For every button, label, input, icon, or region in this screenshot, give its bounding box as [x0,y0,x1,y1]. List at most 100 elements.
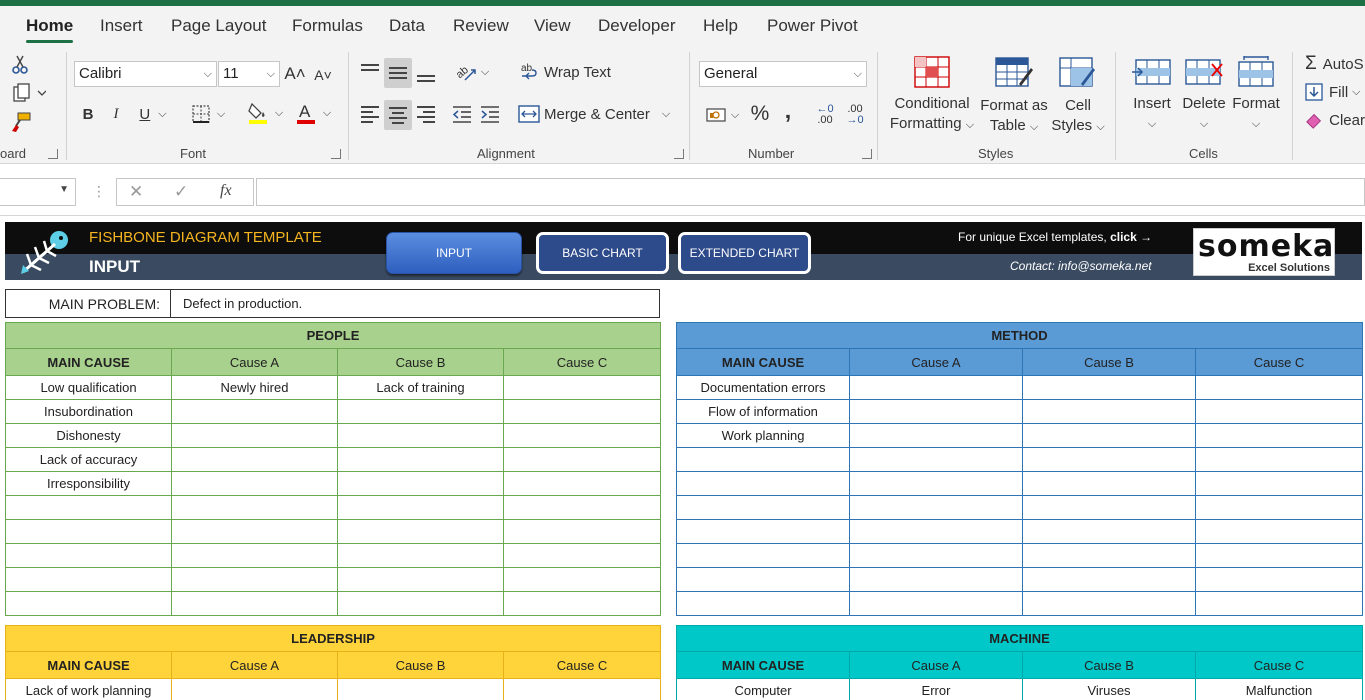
main-cause-cell[interactable] [676,591,850,616]
cause-cell[interactable] [1194,591,1364,616]
main-cause-cell[interactable] [676,543,850,568]
cause-cell[interactable] [849,447,1023,472]
format-cells-button[interactable]: Format ⌵ [1230,54,1282,134]
main-cause-cell[interactable]: Low qualification [5,375,172,400]
cause-cell[interactable] [337,519,504,544]
cause-cell[interactable] [171,591,338,616]
cause-cell[interactable] [171,495,338,520]
cause-cell[interactable] [1022,375,1196,400]
decrease-font-size-button[interactable]: A˅ [312,64,334,86]
cause-cell[interactable] [337,423,504,448]
cause-cell[interactable] [1194,423,1364,448]
basic-chart-nav-button[interactable]: BASIC CHART [536,232,669,274]
tab-home[interactable]: Home [26,16,74,43]
align-center-button[interactable] [384,100,412,130]
cause-cell[interactable] [337,447,504,472]
cause-cell[interactable] [849,375,1023,400]
insert-function-icon[interactable]: fx [220,182,232,200]
cause-cell[interactable] [503,471,661,496]
underline-button[interactable]: U ⌵ [133,102,173,126]
clear-button[interactable]: Clear [1305,108,1365,132]
main-cause-cell[interactable]: Documentation errors [676,375,850,400]
font-name-dropdown[interactable]: Calibri ⌵ [74,61,217,87]
cause-cell[interactable] [337,495,504,520]
main-cause-cell[interactable] [676,567,850,592]
cause-cell[interactable] [849,399,1023,424]
cause-cell[interactable] [849,591,1023,616]
name-box[interactable]: ▼ [0,178,76,206]
format-painter-button[interactable] [9,110,33,134]
clipboard-dialog-launcher[interactable] [48,149,58,159]
number-dialog-launcher[interactable] [862,149,872,159]
align-right-button[interactable] [414,100,438,128]
main-problem-value[interactable]: Defect in production. [171,289,660,318]
cut-button[interactable] [10,54,30,76]
format-as-table-button[interactable]: Format as Table ⌵ [979,56,1049,137]
main-cause-cell[interactable]: Lack of work planning [5,678,172,700]
cause-cell[interactable] [1194,399,1364,424]
middle-align-button[interactable] [384,58,412,88]
cause-cell[interactable]: Error [849,678,1023,700]
cause-cell[interactable] [1194,495,1364,520]
cause-cell[interactable] [503,519,661,544]
main-cause-cell[interactable] [676,447,850,472]
cause-cell[interactable] [1022,471,1196,496]
decrease-indent-button[interactable] [450,100,474,128]
cause-cell[interactable] [1194,519,1364,544]
main-cause-cell[interactable]: Insubordination [5,399,172,424]
main-cause-cell[interactable]: Dishonesty [5,423,172,448]
cause-cell[interactable] [1194,543,1364,568]
cause-cell[interactable]: Lack of training [337,375,504,400]
autosum-button[interactable]: Σ AutoS [1305,52,1365,76]
tab-formulas[interactable]: Formulas [292,16,363,36]
tab-data[interactable]: Data [389,16,425,36]
main-cause-cell[interactable] [5,591,172,616]
cause-cell[interactable] [849,495,1023,520]
cause-cell[interactable]: Newly hired [171,375,338,400]
borders-button[interactable]: ⌵ [186,102,230,126]
cause-cell[interactable] [171,567,338,592]
cause-cell[interactable] [1022,399,1196,424]
decrease-decimal-button[interactable]: .00 →0 [842,101,868,129]
cause-cell[interactable] [337,399,504,424]
cause-cell[interactable] [849,519,1023,544]
comma-style-button[interactable]: ‚ [778,97,798,124]
tab-page-layout[interactable]: Page Layout [171,16,266,36]
cause-cell[interactable] [337,567,504,592]
cause-cell[interactable] [503,543,661,568]
cause-cell[interactable] [849,423,1023,448]
tab-insert[interactable]: Insert [100,16,143,36]
increase-font-size-button[interactable]: A˄ [284,62,306,86]
tab-view[interactable]: View [534,16,571,36]
cause-cell[interactable] [503,423,661,448]
cause-cell[interactable] [503,591,661,616]
cause-cell[interactable] [1194,447,1364,472]
font-color-button[interactable]: A ⌵ [291,100,335,126]
copy-button[interactable] [8,82,50,104]
extended-chart-nav-button[interactable]: EXTENDED CHART [678,232,811,274]
main-cause-cell[interactable]: Computer [676,678,850,700]
main-cause-cell[interactable] [5,567,172,592]
increase-indent-button[interactable] [478,100,502,128]
tab-developer[interactable]: Developer [598,16,676,36]
accounting-format-button[interactable]: ⌵ [701,102,743,128]
number-format-dropdown[interactable]: General ⌵ [699,61,867,87]
cause-cell[interactable] [171,423,338,448]
cause-cell[interactable] [1022,543,1196,568]
cause-cell[interactable] [337,591,504,616]
align-left-button[interactable] [358,100,382,128]
someka-logo[interactable]: someka Excel Solutions [1193,228,1335,276]
cause-cell[interactable] [502,678,662,700]
cause-cell[interactable] [849,567,1023,592]
cause-cell[interactable] [1194,471,1364,496]
cause-cell[interactable] [503,447,661,472]
cause-cell[interactable] [1194,567,1364,592]
fill-color-button[interactable]: ⌵ [243,100,287,126]
cause-cell[interactable] [337,471,504,496]
cancel-icon[interactable]: ✕ [129,182,143,202]
confirm-icon[interactable]: ✓ [174,182,188,202]
tab-help[interactable]: Help [703,16,738,36]
cause-cell[interactable] [171,519,338,544]
main-cause-cell[interactable]: Work planning [676,423,850,448]
orientation-button[interactable]: ab ⌵ [452,60,492,84]
